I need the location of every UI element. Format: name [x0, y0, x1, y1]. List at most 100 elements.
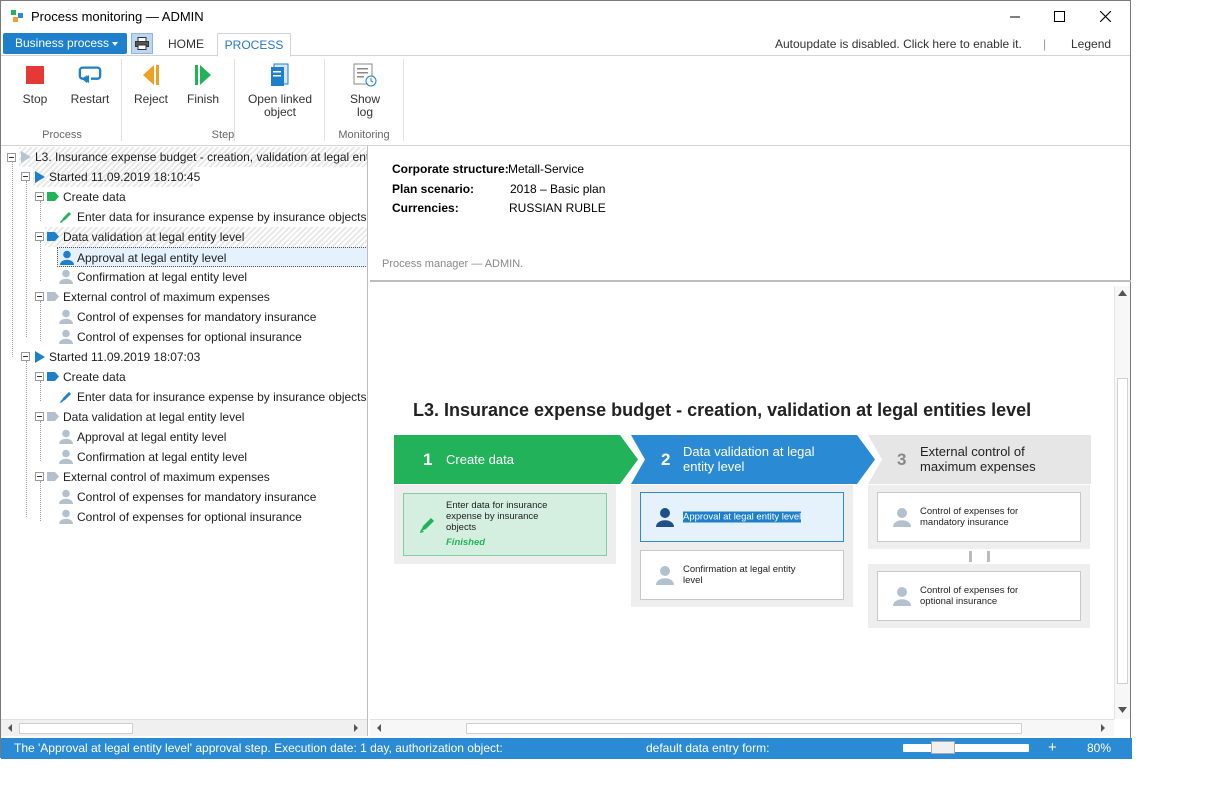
tree-horizontal-scrollbar[interactable] [1, 719, 367, 736]
status-bar: The 'Approval at legal entity level' app… [1, 738, 1132, 759]
diagram-vertical-scrollbar[interactable] [1114, 286, 1130, 719]
tree-guide [26, 181, 27, 337]
collapse-icon[interactable] [35, 232, 44, 241]
window-title: Process monitoring — ADMIN [31, 9, 204, 24]
show-log-button[interactable]: Show log [343, 61, 387, 119]
group-label-monitoring: Monitoring [338, 129, 390, 141]
tree-guide [40, 421, 41, 461]
user-icon [59, 269, 73, 284]
user-icon [893, 508, 911, 527]
diagram-horizontal-scrollbar[interactable] [370, 719, 1114, 736]
tree-root-row[interactable]: L3. Insurance expense budget - creation,… [19, 147, 367, 167]
stop-button[interactable]: Stop [15, 61, 55, 106]
tree-step-label: Enter data for insurance expense by insu… [77, 210, 367, 224]
app-window: Process monitoring — ADMIN Business proc… [0, 0, 1132, 759]
group-separator [403, 59, 404, 141]
ribbon: Stop Restart Reject Finish Open linked o… [1, 57, 1130, 146]
group-label-step: Step [211, 129, 235, 141]
step-card-text: Confirmation at legal entity level [683, 564, 837, 586]
tree-step-selected[interactable]: Approval at legal entity level [57, 247, 367, 267]
tree-stage-label: Data validation at legal entity level [63, 230, 245, 244]
restart-button[interactable]: Restart [67, 61, 113, 106]
step-card-enter-data[interactable]: Enter data for insurance expense by insu… [403, 493, 607, 556]
open-linked-object-button[interactable]: Open linked object [243, 61, 317, 119]
currencies-label: Currencies: [392, 201, 459, 215]
collapse-icon[interactable] [35, 372, 44, 381]
business-process-button[interactable]: Business process [3, 33, 127, 54]
scroll-up-icon[interactable] [1118, 290, 1127, 296]
print-button[interactable] [131, 33, 153, 54]
restart-label: Restart [70, 92, 110, 106]
step-card-text-line-1: Confirmation at legal entity [683, 564, 796, 575]
tree-step-label: Control of expenses for optional insuran… [77, 330, 302, 344]
tree-step-label: Control of expenses for mandatory insura… [77, 310, 317, 324]
tree-guide [40, 241, 41, 281]
scroll-down-icon[interactable] [1118, 707, 1127, 713]
pencil-icon [60, 392, 71, 403]
user-icon [59, 309, 73, 324]
close-icon [1099, 10, 1111, 22]
stage-tag-icon [47, 192, 59, 201]
zoom-slider-track[interactable] [903, 744, 1029, 752]
scroll-thumb[interactable] [466, 723, 1022, 734]
minimize-icon [1009, 16, 1020, 17]
tab-process[interactable]: PROCESS [217, 33, 291, 57]
close-button[interactable] [1082, 1, 1128, 31]
step-card-optional-insurance[interactable]: Control of expenses for optional insuran… [877, 571, 1081, 621]
process-play-icon [21, 151, 31, 163]
collapse-icon[interactable] [35, 192, 44, 201]
stage-tag-icon [47, 412, 59, 421]
finish-label: Finish [186, 92, 219, 106]
tab-home[interactable]: HOME [159, 33, 213, 57]
zoom-in-button[interactable]: + [1048, 739, 1057, 756]
stage-1-number: 1 [423, 450, 433, 469]
scroll-thumb[interactable] [1117, 378, 1128, 684]
stage-3-name-line-1: External control of [920, 444, 1025, 459]
collapse-icon[interactable] [21, 172, 30, 181]
collapse-icon[interactable] [35, 472, 44, 481]
user-icon [59, 429, 73, 444]
reject-label: Reject [133, 92, 168, 106]
zoom-slider-thumb[interactable] [931, 741, 955, 754]
restart-icon [78, 66, 102, 84]
scroll-right-icon[interactable] [354, 724, 358, 732]
process-info-panel: Corporate structure: Metall-Service Plan… [370, 146, 1131, 282]
maximize-icon [1053, 10, 1065, 22]
pencil-icon [420, 517, 434, 533]
collapse-icon[interactable] [7, 153, 16, 162]
legend-link[interactable]: Legend [1071, 37, 1111, 51]
instance-play-icon [35, 351, 45, 363]
minimize-button[interactable] [992, 1, 1038, 31]
tree-guide [40, 481, 41, 521]
stage-1-name: Create data [446, 452, 514, 467]
reject-button[interactable]: Reject [129, 61, 173, 106]
open-linked-object-label-2: object [263, 105, 297, 119]
step-card-text-line-1: Control of expenses for [920, 585, 1019, 596]
tree-stage[interactable]: Data validation at legal entity level [45, 227, 367, 247]
step-card-mandatory-insurance[interactable]: Control of expenses for mandatory insura… [877, 492, 1081, 542]
collapse-icon[interactable] [21, 352, 30, 361]
finish-button[interactable]: Finish [181, 61, 225, 106]
scroll-right-icon[interactable] [1101, 724, 1105, 732]
scroll-left-icon[interactable] [8, 724, 12, 732]
status-form-text: default data entry form: [646, 741, 770, 755]
step-card-text: Control of expenses for mandatory insura… [920, 506, 1074, 528]
user-icon [59, 509, 73, 524]
scroll-left-icon[interactable] [377, 724, 381, 732]
app-icon [11, 10, 23, 22]
step-card-confirmation[interactable]: Confirmation at legal entity level [640, 550, 844, 600]
collapse-icon[interactable] [35, 292, 44, 301]
tree-step-label: Confirmation at legal entity level [77, 450, 248, 464]
user-icon [656, 508, 674, 527]
scroll-thumb[interactable] [19, 723, 133, 734]
maximize-button[interactable] [1036, 1, 1082, 31]
tree-stage-label: Create data [63, 370, 126, 384]
user-icon [60, 250, 74, 265]
collapse-icon[interactable] [35, 412, 44, 421]
autoupdate-link[interactable]: Autoupdate is disabled. Click here to en… [775, 37, 1022, 51]
process-manager-text: Process manager — ADMIN. [382, 258, 524, 270]
user-icon [656, 566, 674, 585]
step-card-approval[interactable]: Approval at legal entity level [640, 492, 844, 542]
tree-instance[interactable]: Started 11.09.2019 18:10:45 [33, 167, 200, 187]
tree-guide [40, 301, 41, 341]
